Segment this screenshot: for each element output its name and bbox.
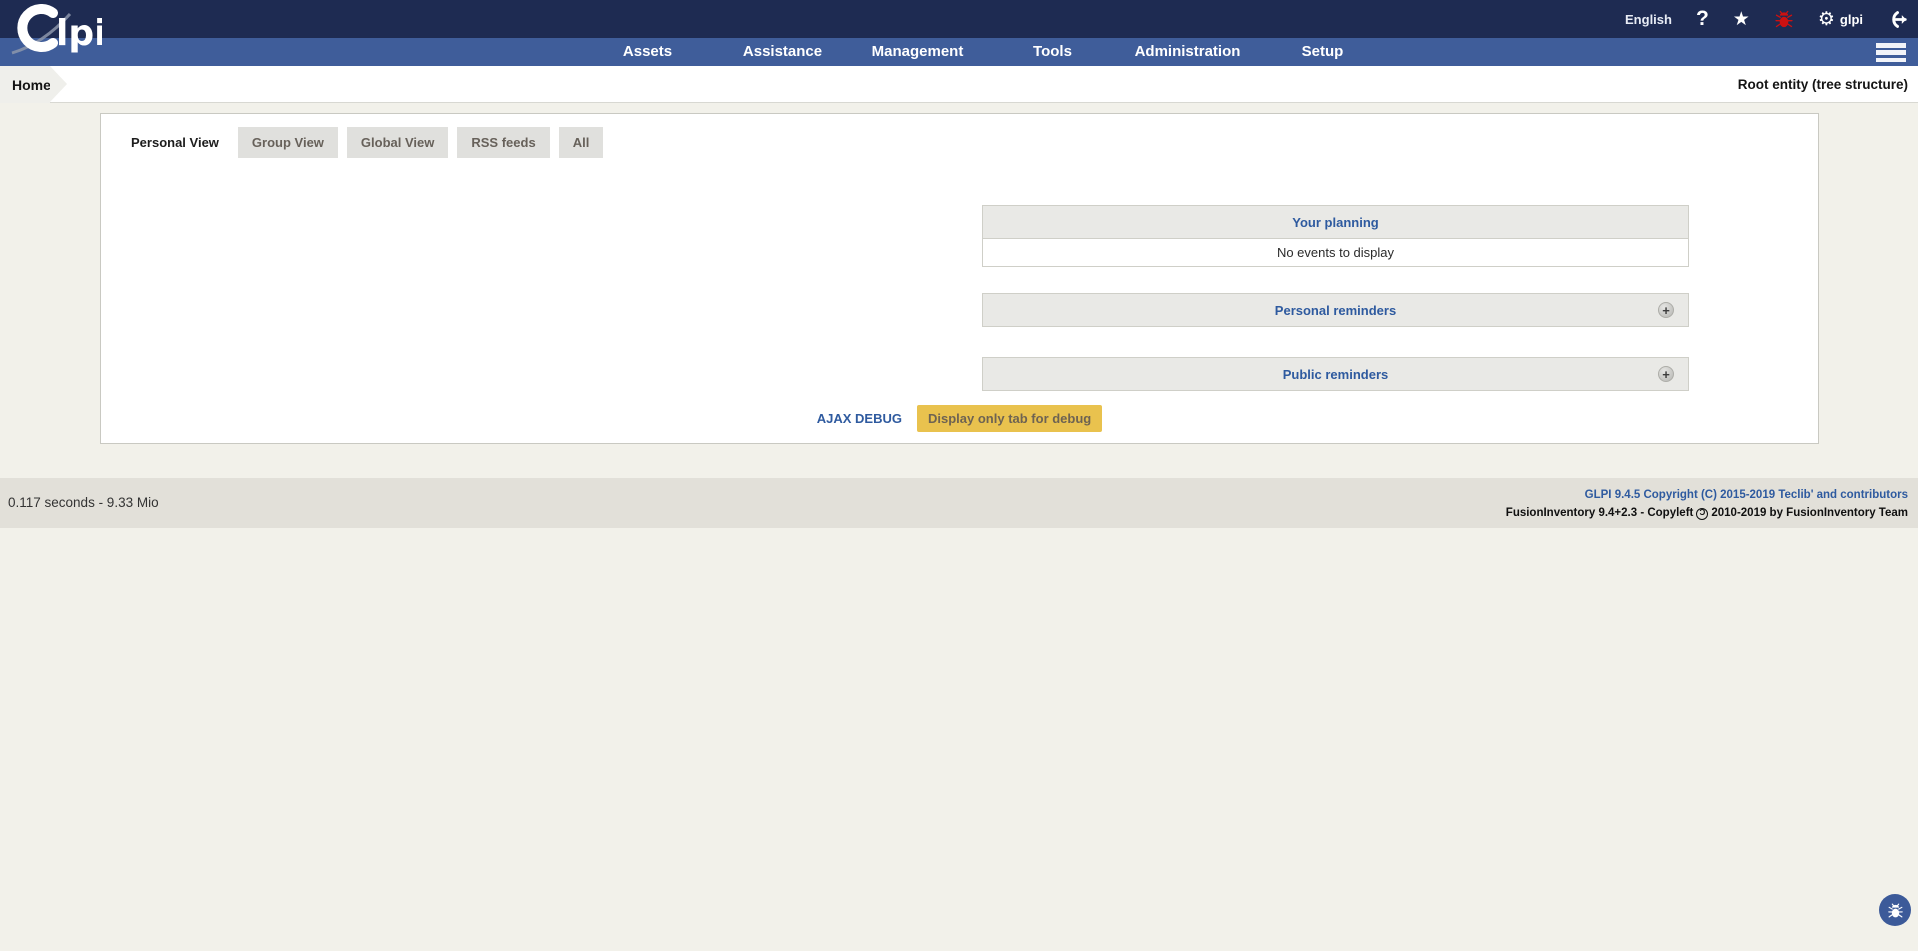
fusioninventory-copyright: FusionInventory 9.4+2.3 - CopyleftƆ2010-… [1506, 504, 1908, 522]
help-icon[interactable]: ? [1696, 7, 1709, 31]
tab-all[interactable]: All [559, 127, 604, 158]
public-reminders-widget: Public reminders + [982, 357, 1689, 391]
breadcrumb-home-label: Home [12, 77, 51, 93]
menu-assets[interactable]: Assets [580, 38, 715, 66]
main-menu: Assets Assistance Management Tools Admin… [580, 38, 1390, 66]
glpi-logo-icon: lpi [8, 4, 102, 56]
user-settings[interactable]: ⚙ glpi [1818, 8, 1863, 31]
planning-widget: Your planning No events to display [982, 205, 1689, 267]
language-selector[interactable]: English [1625, 12, 1672, 27]
performance-stats: 0.117 seconds - 9.33 Mio [8, 478, 159, 528]
tab-personal-view[interactable]: Personal View [121, 127, 229, 158]
username: glpi [1840, 12, 1863, 27]
add-personal-reminder-icon[interactable]: + [1658, 302, 1674, 318]
menu-setup[interactable]: Setup [1255, 38, 1390, 66]
hamburger-menu-icon[interactable] [1876, 43, 1906, 62]
menu-tools[interactable]: Tools [985, 38, 1120, 66]
glpi-copyright-link[interactable]: GLPI 9.4.5 Copyright (C) 2015-2019 Tecli… [1506, 486, 1908, 504]
public-reminders-header: Public reminders + [982, 357, 1689, 391]
display-debug-tab-button[interactable]: Display only tab for debug [917, 405, 1102, 432]
planning-widget-header: Your planning [982, 205, 1689, 239]
breadcrumb: Home Root entity (tree structure) [0, 66, 1918, 103]
menu-assistance[interactable]: Assistance [715, 38, 850, 66]
view-tabs: Personal View Group View Global View RSS… [121, 127, 603, 158]
debug-row: AJAX DEBUG Display only tab for debug [101, 405, 1818, 432]
personal-reminders-header: Personal reminders + [982, 293, 1689, 327]
breadcrumb-home[interactable]: Home [0, 66, 50, 103]
bug-icon [1887, 902, 1904, 919]
tab-global-view[interactable]: Global View [347, 127, 448, 158]
bookmark-icon[interactable]: ★ [1733, 8, 1750, 31]
svg-text:lpi: lpi [56, 13, 102, 54]
tab-rss-feeds[interactable]: RSS feeds [457, 127, 549, 158]
glpi-logo[interactable]: lpi [8, 4, 102, 61]
planning-widget-title[interactable]: Your planning [1292, 215, 1378, 230]
debug-fab-button[interactable] [1879, 894, 1911, 926]
add-public-reminder-icon[interactable]: + [1658, 366, 1674, 382]
planning-empty-message: No events to display [982, 239, 1689, 267]
public-reminders-title[interactable]: Public reminders [1283, 367, 1388, 382]
tab-group-view[interactable]: Group View [238, 127, 338, 158]
gear-icon: ⚙ [1818, 8, 1835, 31]
footer: 0.117 seconds - 9.33 Mio GLPI 9.4.5 Copy… [0, 478, 1918, 528]
entity-selector[interactable]: Root entity (tree structure) [1738, 66, 1908, 103]
topbar-actions: English ? ★ ⚙ glpi [1625, 0, 1908, 38]
central-panel: Personal View Group View Global View RSS… [100, 113, 1819, 444]
logout-icon[interactable] [1887, 10, 1908, 29]
fusion-copy-post: 2010-2019 by FusionInventory Team [1711, 507, 1908, 519]
menu-management[interactable]: Management [850, 38, 985, 66]
fusion-copy-pre: FusionInventory 9.4+2.3 - Copyleft [1506, 507, 1694, 519]
debug-mode-icon[interactable] [1774, 9, 1794, 29]
copyleft-icon: Ɔ [1696, 508, 1708, 520]
menu-administration[interactable]: Administration [1120, 38, 1255, 66]
personal-reminders-title[interactable]: Personal reminders [1275, 303, 1396, 318]
ajax-debug-link[interactable]: AJAX DEBUG [817, 411, 902, 426]
personal-reminders-widget: Personal reminders + [982, 293, 1689, 327]
copyright-block: GLPI 9.4.5 Copyright (C) 2015-2019 Tecli… [1506, 486, 1908, 523]
